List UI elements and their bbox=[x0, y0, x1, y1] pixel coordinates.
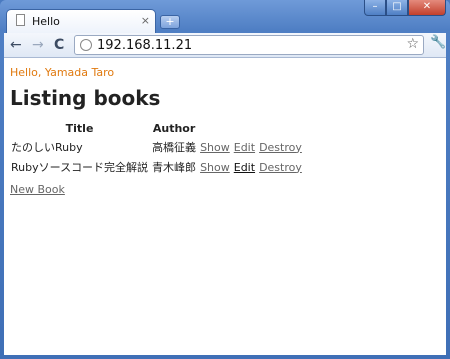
browser-window: – □ ✕ Hello × + ← → C 192.168.11.21 ☆ 🔧 … bbox=[0, 0, 450, 359]
show-link[interactable]: Show bbox=[200, 161, 230, 174]
back-button[interactable]: ← bbox=[10, 36, 22, 54]
address-bar[interactable]: 192.168.11.21 ☆ bbox=[74, 35, 424, 55]
column-header-title: Title bbox=[65, 122, 94, 135]
wrench-icon[interactable]: 🔧 bbox=[430, 35, 446, 50]
tab-hello[interactable]: Hello × bbox=[6, 9, 156, 33]
book-title: Rubyソースコード完全解説 bbox=[11, 161, 149, 174]
page-title: Listing books bbox=[10, 86, 161, 110]
window-controls: – □ ✕ bbox=[364, 0, 446, 16]
tab-title: Hello bbox=[32, 15, 60, 28]
table-row: Rubyソースコード完全解説 青木峰郎 Show Edit Destroy bbox=[9, 157, 304, 177]
edit-link[interactable]: Edit bbox=[234, 141, 255, 154]
tab-close-icon[interactable]: × bbox=[141, 14, 150, 27]
minimize-button[interactable]: – bbox=[364, 0, 386, 16]
reload-button[interactable]: C bbox=[54, 36, 64, 54]
table-row: たのしいRuby 高橋征義 Show Edit Destroy bbox=[9, 137, 304, 157]
greeting-text: Hello, Yamada Taro bbox=[10, 66, 115, 79]
url-text[interactable]: 192.168.11.21 bbox=[97, 38, 192, 53]
page-content: Hello, Yamada Taro Listing books Title A… bbox=[4, 58, 446, 355]
bookmark-star-icon[interactable]: ☆ bbox=[406, 36, 419, 52]
show-link[interactable]: Show bbox=[200, 141, 230, 154]
edit-link[interactable]: Edit bbox=[234, 161, 255, 174]
book-title: たのしいRuby bbox=[11, 141, 83, 154]
toolbar: ← → C 192.168.11.21 ☆ 🔧 bbox=[4, 33, 446, 58]
books-table: Title Author たのしいRuby 高橋征義 Show Edit Des… bbox=[9, 121, 304, 177]
close-window-button[interactable]: ✕ bbox=[408, 0, 446, 16]
new-book-link[interactable]: New Book bbox=[10, 183, 65, 196]
book-author: 青木峰郎 bbox=[152, 161, 197, 174]
destroy-link[interactable]: Destroy bbox=[259, 161, 302, 174]
book-author: 高橋征義 bbox=[152, 141, 197, 154]
destroy-link[interactable]: Destroy bbox=[259, 141, 302, 154]
forward-button[interactable]: → bbox=[32, 36, 44, 54]
new-tab-button[interactable]: + bbox=[160, 15, 180, 29]
globe-icon bbox=[80, 39, 92, 51]
column-header-author: Author bbox=[152, 122, 196, 135]
page-icon bbox=[16, 14, 25, 26]
maximize-button[interactable]: □ bbox=[386, 0, 408, 16]
